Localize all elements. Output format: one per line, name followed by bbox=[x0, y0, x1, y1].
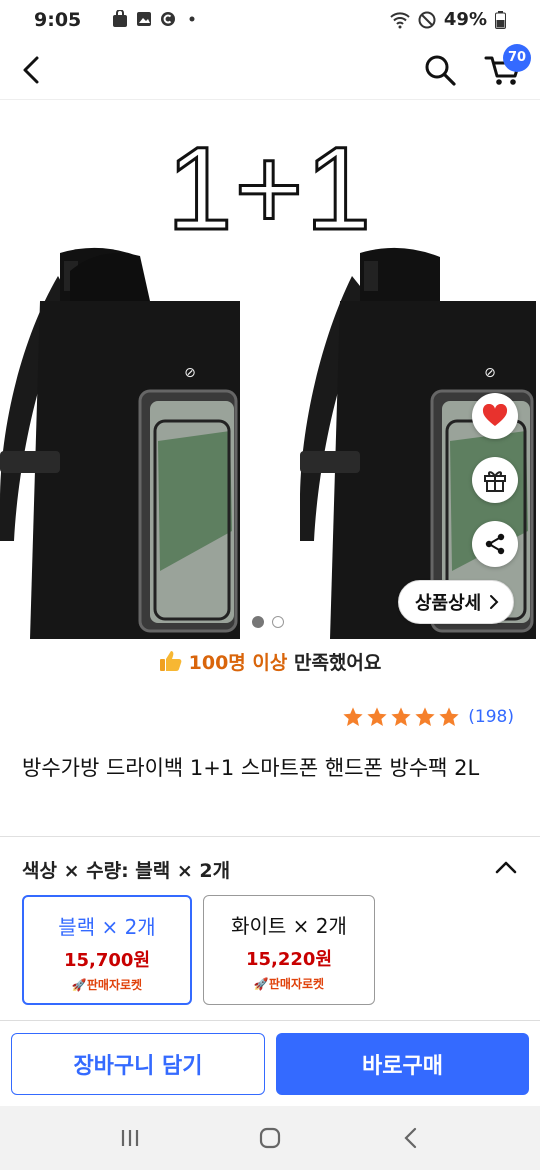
image-icon bbox=[137, 12, 151, 26]
svg-text:⊘: ⊘ bbox=[484, 365, 496, 381]
bag-icon bbox=[113, 10, 127, 27]
option-price: 15,700원 bbox=[63, 950, 151, 971]
chevron-up-icon[interactable] bbox=[490, 852, 522, 884]
back-icon[interactable] bbox=[14, 52, 50, 88]
status-left-icons bbox=[112, 10, 200, 28]
satisfaction-text: 만족했어요 bbox=[287, 652, 382, 674]
rocket-icon: 🚀 bbox=[71, 978, 87, 992]
carousel-dots bbox=[252, 616, 284, 628]
product-image: ⊘ ⊘ bbox=[0, 247, 536, 639]
divider bbox=[0, 836, 540, 837]
divider bbox=[0, 1020, 540, 1021]
share-icon bbox=[485, 533, 505, 555]
cart-badge: 70 bbox=[503, 44, 531, 72]
carousel-dot[interactable] bbox=[252, 616, 264, 628]
option-name: 블랙 × 2개 bbox=[58, 915, 156, 939]
status-bar: 9:05 49% bbox=[0, 0, 540, 40]
review-count[interactable]: (198) bbox=[468, 707, 514, 727]
rating[interactable]: (198) bbox=[342, 706, 514, 728]
product-detail-button[interactable]: 상품상세 bbox=[398, 580, 515, 624]
dot-icon bbox=[189, 16, 195, 22]
add-to-cart-button[interactable]: 장바구니 담기 bbox=[11, 1033, 265, 1095]
wishlist-button[interactable] bbox=[472, 393, 518, 439]
satisfaction-highlight: 100명 이상 bbox=[188, 652, 288, 674]
star-icon bbox=[367, 707, 387, 726]
star-icon bbox=[391, 707, 411, 726]
option-card-white[interactable]: 화이트 × 2개 15,220원 🚀판매자로켓 bbox=[203, 895, 375, 1005]
seller-rocket-badge: 🚀판매자로켓 bbox=[71, 978, 143, 992]
battery-percent: 49% bbox=[443, 9, 487, 30]
chevron-right-icon bbox=[490, 595, 499, 609]
seller-rocket-badge: 🚀판매자로켓 bbox=[253, 977, 325, 991]
status-time: 9:05 bbox=[34, 9, 82, 31]
gift-icon bbox=[484, 471, 506, 492]
star-icon bbox=[343, 707, 363, 726]
recent-apps-icon[interactable] bbox=[114, 1122, 146, 1154]
star-icon bbox=[439, 707, 459, 726]
search-icon[interactable] bbox=[422, 52, 458, 88]
system-back-icon[interactable] bbox=[396, 1122, 428, 1154]
option-price: 15,220원 bbox=[245, 949, 333, 970]
status-right: 49% bbox=[390, 9, 506, 30]
share-button[interactable] bbox=[472, 521, 518, 567]
thumbs-up-icon bbox=[159, 649, 183, 678]
battery-icon bbox=[495, 10, 506, 29]
satisfaction-banner: 100명 이상 만족했어요 bbox=[0, 648, 540, 678]
wifi-icon bbox=[390, 11, 410, 28]
heart-icon bbox=[482, 404, 508, 426]
c-circle-icon bbox=[161, 12, 175, 26]
product-title: 방수가방 드라이백 1+1 스마트폰 핸드폰 방수팩 2L bbox=[22, 756, 480, 780]
system-nav-bar bbox=[0, 1106, 540, 1170]
top-nav bbox=[0, 40, 540, 100]
buy-now-button[interactable]: 바로구매 bbox=[276, 1033, 529, 1095]
option-header[interactable]: 색상 × 수량: 블랙 × 2개 bbox=[22, 856, 230, 883]
do-not-disturb-icon bbox=[418, 11, 436, 28]
option-card-black[interactable]: 블랙 × 2개 15,700원 🚀판매자로켓 bbox=[22, 895, 192, 1005]
rocket-icon: 🚀 bbox=[253, 977, 269, 991]
carousel-dot[interactable] bbox=[272, 616, 284, 628]
svg-text:⊘: ⊘ bbox=[184, 365, 196, 381]
dry-bag-left: ⊘ bbox=[0, 247, 240, 639]
product-detail-label: 상품상세 bbox=[415, 593, 482, 614]
option-name: 화이트 × 2개 bbox=[231, 914, 347, 938]
product-image-carousel[interactable]: 1+1 ⊘ ⊘ bbox=[0, 101, 540, 639]
star-icon bbox=[415, 707, 435, 726]
home-icon[interactable] bbox=[254, 1122, 286, 1154]
gift-button[interactable] bbox=[472, 457, 518, 503]
